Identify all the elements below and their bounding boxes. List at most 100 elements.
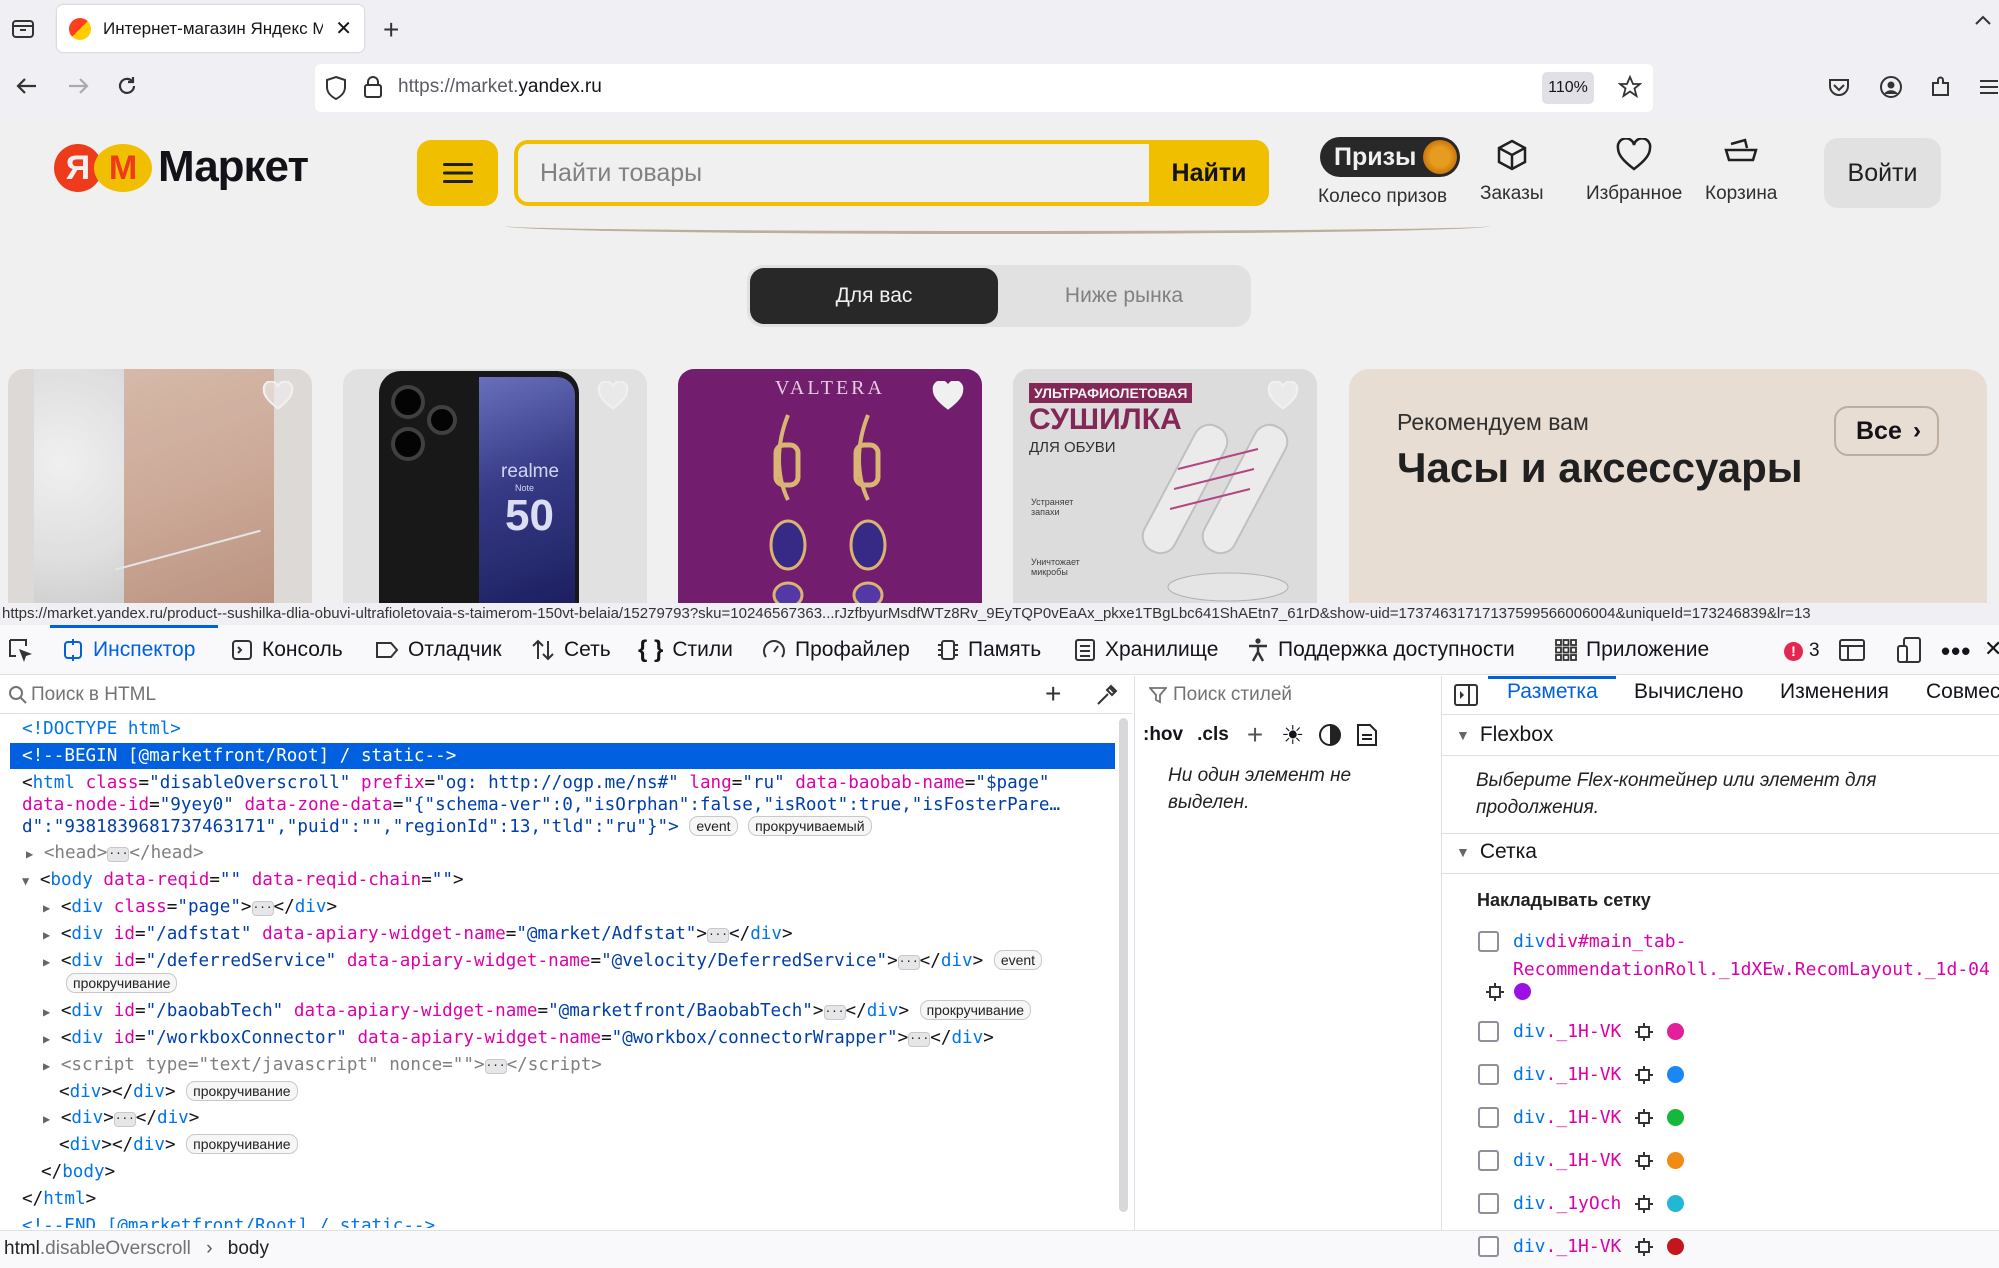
markup-html-line-3[interactable]: d":"9381839681737463171","puid":"","regi… [22,814,872,840]
tab-memory[interactable]: Память [937,625,1041,675]
expand-triangle-icon[interactable]: ▶ [43,1059,50,1073]
grid-highlight-icon[interactable] [1635,1022,1654,1041]
markup-end-comment[interactable]: <!--END [@marketfront/Root] / static--> [22,1213,435,1228]
expand-triangle-icon[interactable]: ▶ [43,955,50,969]
account-icon[interactable] [1879,75,1903,99]
print-media-icon[interactable] [1356,723,1378,747]
grid-overlay-checkbox[interactable] [1478,1150,1499,1171]
markup-body-close[interactable]: </body> [41,1159,115,1185]
more-options-icon[interactable]: ••• [1941,636,1971,667]
expand-triangle-icon[interactable]: ▶ [26,847,33,861]
markup-div-deferred[interactable]: ▶ <div id="/deferredService" data-apiary… [43,948,1043,974]
markup-div-adfstat[interactable]: ▶ <div id="/adfstat" data-apiary-widget-… [43,921,793,947]
grid-item[interactable]: div._1H-VK [1478,1021,1685,1042]
responsive-design-mode-icon[interactable] [1897,637,1923,663]
expand-triangle-icon[interactable]: ▶ [43,1112,50,1126]
split-console-icon[interactable] [1839,639,1865,661]
markup-head[interactable]: ▶ <head>···</head> [26,840,204,866]
tab-list-icon[interactable] [11,17,35,39]
product-card-shoe-dryer[interactable]: УЛЬТРАФИОЛЕТОВАЯ СУШИЛКА ДЛЯ ОБУВИ Устра… [1013,369,1317,603]
expand-triangle-icon[interactable]: ▶ [43,928,50,942]
grid-color-swatch[interactable] [1514,983,1531,1000]
markup-body[interactable]: ▼ <body data-reqid="" data-reqid-chain="… [22,867,464,893]
grid-color-swatch[interactable] [1667,1066,1685,1083]
markup-div-collapsed[interactable]: ▶ <div>···</div> [43,1105,199,1131]
scrolling-badge[interactable]: прокручивание [186,1081,298,1101]
grid-highlight-icon[interactable] [1486,983,1504,1001]
grid-item[interactable]: div._1H-VK [1478,1107,1685,1128]
pocket-icon[interactable] [1828,76,1850,98]
scrolling-badge[interactable]: прокручивание [919,1000,1032,1020]
logo-text[interactable]: Маркет [158,142,309,192]
breadcrumb-body[interactable]: body [228,1238,269,1259]
event-badge[interactable]: event [993,950,1043,970]
grid-highlight-icon[interactable] [1635,1194,1654,1213]
collapsed-children-icon[interactable]: ··· [823,1005,846,1020]
close-devtools-icon[interactable]: ✕ [1984,636,1999,662]
markup-html-close[interactable]: </html> [22,1186,96,1212]
tab-inspector[interactable]: Инспектор [62,625,195,675]
prizes-badge[interactable]: Призы [1320,137,1460,177]
zoom-level-badge[interactable]: 110% [1542,72,1594,104]
grid-color-swatch[interactable] [1667,1109,1685,1126]
tracking-protection-shield-icon[interactable] [325,75,347,101]
markup-div-workbox[interactable]: ▶ <div id="/workboxConnector" data-apiar… [43,1025,994,1051]
markup-empty-div-1[interactable]: <div></div> прокручивание [59,1079,298,1105]
grid-color-swatch[interactable] [1667,1195,1685,1212]
grid-item[interactable]: divdiv#main_tab- RecommendationRoll._1dX… [1478,928,1990,984]
login-button[interactable]: Войти [1824,138,1941,208]
event-badge[interactable]: event [689,816,738,836]
product-card-earrings[interactable]: VALTERA [678,369,982,603]
element-picker-icon[interactable] [8,638,34,664]
grid-highlight-icon[interactable] [1635,1237,1654,1256]
scrollable-badge[interactable]: прокручиваемый [748,816,872,836]
scrolling-badge[interactable]: прокручивание [186,1134,298,1154]
collapsed-children-icon[interactable]: ··· [484,1059,507,1074]
grid-overlay-checkbox[interactable] [1478,1236,1499,1257]
tab-styles[interactable]: { } Стили [638,625,733,675]
collapse-triangle-icon[interactable]: ▼ [22,874,29,888]
grid-highlight-icon[interactable] [1635,1065,1654,1084]
forward-arrow-icon[interactable] [65,75,91,97]
grid-overlay-checkbox[interactable] [1478,1021,1499,1042]
search-input[interactable] [540,144,1100,202]
segment-for-you[interactable]: Для вас [750,268,998,324]
tab-computed[interactable]: Вычислено [1634,680,1743,704]
styles-filter-input[interactable] [1173,676,1433,713]
collapsed-children-icon[interactable]: ··· [897,955,920,970]
markup-empty-div-2[interactable]: <div></div> прокручивание [59,1132,298,1158]
grid-color-swatch[interactable] [1667,1152,1685,1169]
tab-changes[interactable]: Изменения [1780,680,1889,704]
expand-triangle-icon[interactable]: ▶ [43,1005,50,1019]
segment-below-market[interactable]: Ниже рынка [1000,268,1248,324]
product-card-phone[interactable]: realme Note 50 [343,369,647,603]
expand-triangle-icon[interactable]: ▶ [43,901,50,915]
tab-overflow-chevron-icon[interactable] [1972,12,1994,30]
expand-triangle-icon[interactable]: ▶ [43,1032,50,1046]
collapsed-children-icon[interactable]: ··· [107,847,130,862]
cart-link[interactable]: Корзина [1705,138,1777,205]
grid-highlight-icon[interactable] [1635,1151,1654,1170]
eyedropper-icon[interactable] [1096,684,1118,706]
prizes-wheel-label[interactable]: Колесо призов [1318,186,1447,208]
grid-item[interactable]: div._1H-VK [1478,1236,1685,1257]
tab-network[interactable]: Сеть [531,625,611,675]
active-tab[interactable]: Интернет-магазин Яндекс Маркет ✕ [57,5,364,52]
logo-m[interactable]: М [94,144,152,192]
tab-accessibility[interactable]: Поддержка доступности [1247,625,1515,675]
product-card-bracelet[interactable] [8,369,312,603]
lock-icon[interactable] [363,75,383,99]
bookmark-star-icon[interactable] [1618,75,1642,99]
app-menu-icon[interactable] [1978,77,1998,97]
light-scheme-sun-icon[interactable]: ☀ [1281,720,1304,751]
grid-overlay-checkbox[interactable] [1478,1107,1499,1128]
catalog-menu-button[interactable] [417,140,498,206]
search-button[interactable]: Найти [1149,140,1269,206]
tab-console[interactable]: Консоль [231,625,343,675]
grid-color-swatch[interactable] [1667,1238,1685,1255]
collapsed-children-icon[interactable]: ··· [251,901,274,916]
add-node-icon[interactable]: + [1045,678,1061,710]
grid-item[interactable]: div._1yOch [1478,1193,1685,1214]
grid-item[interactable]: div._1H-VK [1478,1064,1685,1085]
tab-layout[interactable]: Разметка [1507,680,1598,704]
